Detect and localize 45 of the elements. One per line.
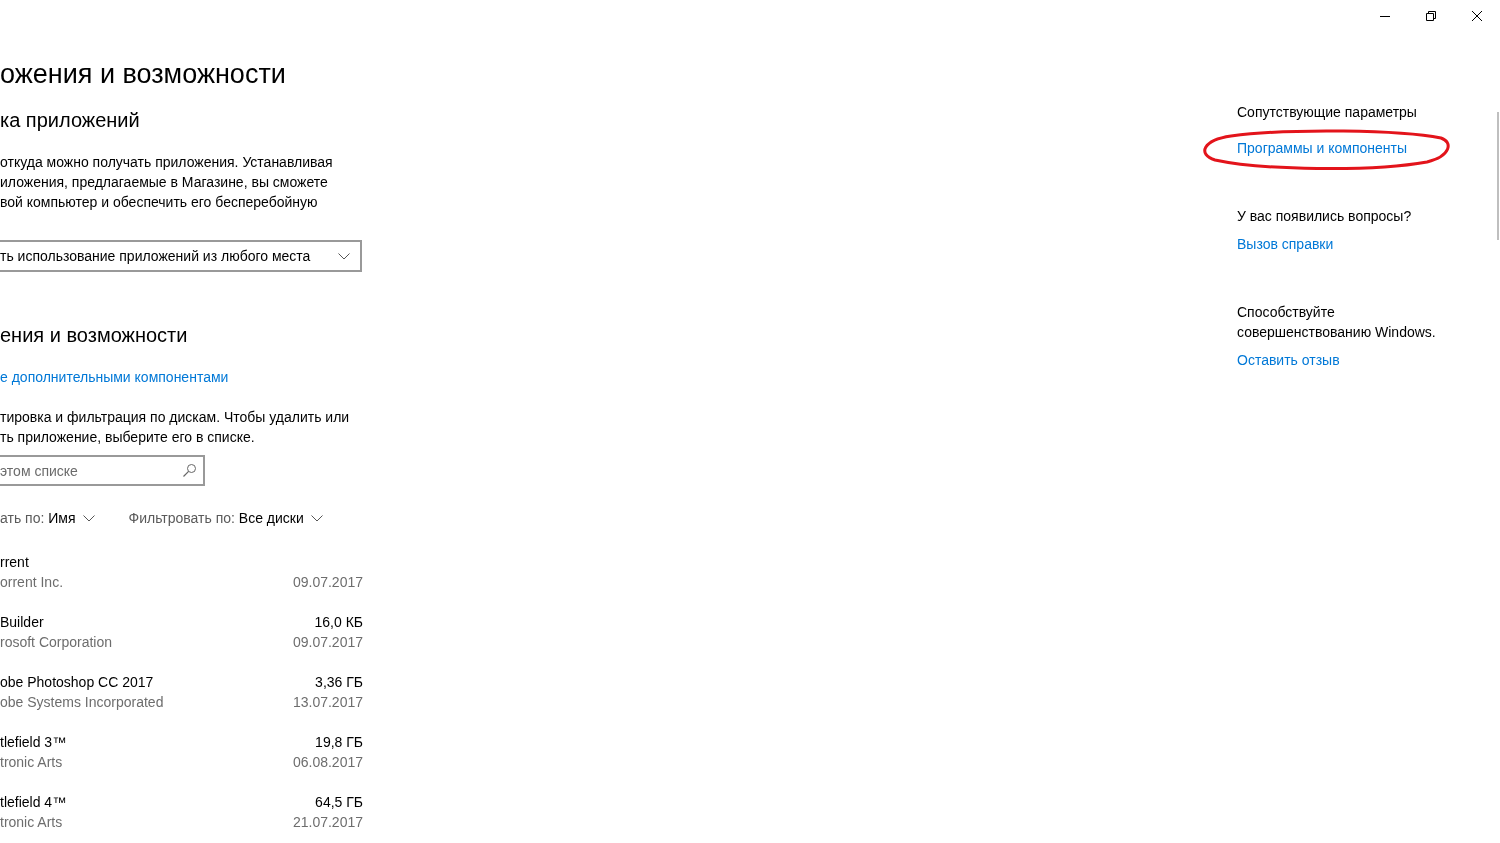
optional-features-link[interactable]: е дополнительными компонентами: [0, 367, 229, 387]
filter-dropdown[interactable]: Фильтровать по: Все диски: [128, 508, 323, 528]
restore-icon: [1426, 11, 1436, 21]
section-heading: ка приложений: [0, 108, 140, 133]
description-line: вой компьютер и обеспечить его бесперебойную: [0, 193, 318, 212]
app-publisher: tronic Arts: [0, 813, 63, 832]
install-date: 21.07.2017: [292, 813, 363, 832]
app-name: tlefield 4™: [0, 793, 67, 812]
section-heading: ения и возможности: [0, 323, 188, 348]
install-date: 13.07.2017: [292, 693, 363, 712]
sort-dropdown[interactable]: ать по: Имя: [0, 508, 95, 528]
app-name: rrent: [0, 553, 29, 572]
app-size: 64,5 ГБ: [315, 793, 363, 812]
app-source-dropdown[interactable]: ть использование приложений из любого места: [0, 240, 362, 272]
sidebar-link[interactable]: Вызов справки: [1237, 234, 1334, 254]
search-icon: [183, 464, 196, 477]
chevron-down-icon: [82, 514, 95, 522]
page-title: ожения и возможности: [0, 58, 286, 91]
sidebar-link[interactable]: Оставить отзыв: [1237, 350, 1340, 370]
app-publisher: obe Systems Incorporated: [0, 693, 164, 712]
minimize-icon: [1380, 15, 1390, 17]
close-icon: [1472, 11, 1482, 21]
install-date: 09.07.2017: [292, 633, 363, 652]
app-size: 3,36 ГБ: [315, 673, 363, 692]
description-line: ть приложение, выберите его в списке.: [0, 428, 255, 447]
sidebar-title: У вас появились вопросы?: [1237, 207, 1413, 226]
install-date: 09.07.2017: [292, 573, 363, 592]
chevron-down-icon: [310, 514, 323, 522]
app-name: tlefield 3™: [0, 733, 67, 752]
sidebar-title: Сопутствующие параметры: [1237, 103, 1418, 122]
chevron-down-icon: [338, 252, 350, 260]
description-line: откуда можно получать приложения. Устанавливая: [0, 153, 333, 172]
app-name: obe Photoshop CC 2017: [0, 673, 154, 692]
app-publisher: tronic Arts: [0, 753, 63, 772]
install-date: 06.08.2017: [292, 753, 363, 772]
description-line: иложения, предлагаемые в Магазине, вы сможете: [0, 173, 328, 192]
app-publisher: orrent Inc.: [0, 573, 64, 592]
sidebar-title: Способствуйте совершенствованию Windows.: [1237, 303, 1437, 342]
description-line: тировка и фильтрация по дискам. Чтобы удалить или: [0, 408, 350, 427]
app-size: 16,0 КБ: [314, 613, 363, 632]
scrollbar-thumb[interactable]: [1497, 112, 1499, 240]
app-name: Builder: [0, 613, 44, 632]
app-size: 19,8 ГБ: [315, 733, 363, 752]
search-field[interactable]: этом списке: [0, 455, 205, 486]
app-publisher: rosoft Corporation: [0, 633, 113, 652]
